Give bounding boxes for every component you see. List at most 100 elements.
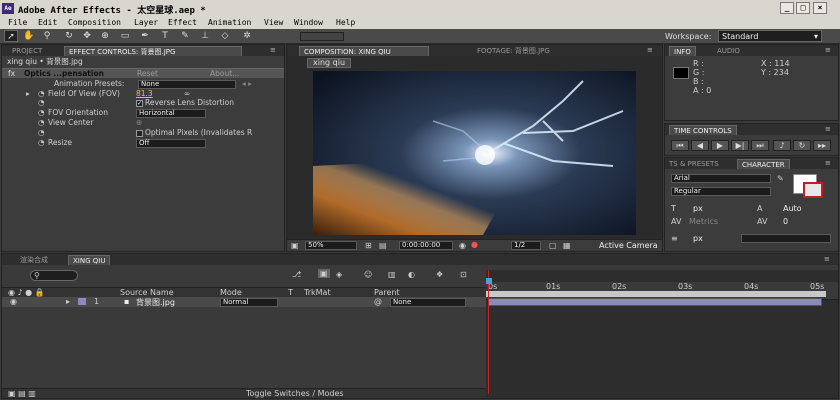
expand-pane-icon[interactable]: ▣ ▤ ▥ <box>8 389 36 398</box>
resize-select[interactable]: Off <box>136 139 206 148</box>
stopwatch-icon[interactable]: ◔ <box>38 128 45 138</box>
toggle-switches-modes-button[interactable]: Toggle Switches / Modes <box>246 389 344 398</box>
comp-viewer-image[interactable] <box>313 71 636 235</box>
tab-time-controls[interactable]: TIME CONTROLS <box>669 125 737 135</box>
stopwatch-icon[interactable]: ◔ <box>38 98 45 108</box>
grid-icon[interactable]: ⊞ <box>365 241 372 250</box>
tab-project[interactable]: PROJECT <box>8 46 46 56</box>
pen-tool-icon[interactable]: ✒ <box>138 30 152 42</box>
animation-presets-select[interactable]: None <box>138 80 236 89</box>
play-button[interactable]: ▶ <box>711 140 729 151</box>
next-frame-button[interactable]: ▶| <box>731 140 749 151</box>
col-trkmat[interactable]: TrkMat <box>304 288 331 297</box>
menu-composition[interactable]: Composition <box>68 18 121 27</box>
panel-menu-icon[interactable]: ≡ <box>647 46 653 54</box>
prev-frame-button[interactable]: ◀ <box>691 140 709 151</box>
col-mode[interactable]: Mode <box>220 288 242 297</box>
always-preview-icon[interactable]: ▣ <box>291 241 299 250</box>
tab-render-comp[interactable]: 渲染合成 <box>16 255 52 265</box>
menu-view[interactable]: View <box>264 18 283 27</box>
comp-name-tab[interactable]: xing qiu <box>307 58 352 68</box>
panel-menu-icon[interactable]: ≡ <box>825 46 831 54</box>
selection-tool-icon[interactable]: ➚ <box>4 30 18 42</box>
brainstorm-icon[interactable]: ❖ <box>436 270 443 279</box>
last-frame-button[interactable]: ⏭ <box>751 140 769 151</box>
close-button[interactable]: × <box>813 2 827 14</box>
eraser-tool-icon[interactable]: ◇ <box>218 30 232 42</box>
panel-menu-icon[interactable]: ≡ <box>824 255 830 263</box>
tab-audio[interactable]: AUDIO <box>713 46 744 56</box>
color-channel-icon[interactable]: ● <box>471 240 478 249</box>
menu-effect[interactable]: Effect <box>168 18 197 27</box>
snapping-toggle[interactable] <box>300 32 344 41</box>
tab-character[interactable]: CHARACTER <box>737 159 790 169</box>
menu-animation[interactable]: Animation <box>208 18 251 27</box>
shy-layers-icon[interactable]: ☺ <box>364 270 372 279</box>
layer-search-input[interactable]: ⚲ <box>30 270 78 281</box>
live-update-icon[interactable]: ▣ <box>318 269 330 278</box>
layer-row[interactable]: ◉ ▸ 1 ▪ 背景图.jpg Normal @ None <box>2 297 486 307</box>
clone-stamp-tool-icon[interactable]: ⊥ <box>198 30 212 42</box>
tab-footage[interactable]: FOOTAGE: 背景图.jpg <box>473 46 554 56</box>
font-family-select[interactable]: Arial <box>671 174 771 183</box>
brush-tool-icon[interactable]: ✎ <box>178 30 192 42</box>
label-color-swatch[interactable] <box>78 298 86 305</box>
hand-tool-icon[interactable]: ✋ <box>22 30 36 42</box>
eyedropper-icon[interactable]: ✎ <box>777 174 784 183</box>
minimize-button[interactable]: _ <box>780 2 794 14</box>
layer-duration-bar[interactable] <box>488 298 822 306</box>
kerning-field[interactable]: Metrics <box>689 217 718 226</box>
layer-parent-select[interactable]: None <box>390 298 466 307</box>
maximize-button[interactable]: □ <box>796 2 810 14</box>
region-of-interest-icon[interactable]: ▢ <box>549 241 557 250</box>
crosshair-icon[interactable]: ⊕ <box>136 118 142 128</box>
motion-blur-icon[interactable]: ◐ <box>408 270 415 279</box>
zoom-tool-icon[interactable]: ⚲ <box>40 30 54 42</box>
col-source-name[interactable]: Source Name <box>120 288 174 297</box>
menu-help[interactable]: Help <box>336 18 355 27</box>
comp-mini-flowchart-icon[interactable]: ⎇ <box>292 270 301 279</box>
timecode-field[interactable]: 0:00:00:00 <box>399 241 453 250</box>
menu-layer[interactable]: Layer <box>134 18 158 27</box>
tab-composition[interactable]: COMPOSITION: xing qiu <box>299 46 429 56</box>
effect-name[interactable]: Optics ...pensation <box>24 69 104 79</box>
loop-button[interactable]: ↻ <box>793 140 811 151</box>
type-tool-icon[interactable]: T <box>158 30 172 42</box>
zoom-select[interactable]: 50% <box>305 241 357 250</box>
audio-button[interactable]: ♪ <box>773 140 791 151</box>
layer-mode-select[interactable]: Normal <box>220 298 278 307</box>
time-indicator-handle[interactable] <box>486 278 492 284</box>
stroke-mode-select[interactable] <box>741 234 831 243</box>
panel-menu-icon[interactable]: ≡ <box>825 159 831 167</box>
menu-window[interactable]: Window <box>294 18 323 27</box>
fx-icon[interactable]: fx <box>8 69 15 79</box>
draft-3d-icon[interactable]: ◈ <box>336 270 342 279</box>
pickwhip-icon[interactable]: @ <box>374 297 382 306</box>
workspace-select[interactable]: Standard ▾ <box>718 30 822 42</box>
ram-preview-button[interactable]: ▸▸ <box>813 140 831 151</box>
stroke-color-swatch[interactable] <box>803 182 823 198</box>
stopwatch-icon[interactable]: ◔ <box>38 118 45 128</box>
font-size-field[interactable]: px <box>693 204 703 213</box>
transparency-grid-icon[interactable]: ▦ <box>563 241 571 250</box>
first-frame-button[interactable]: ⏮ <box>671 140 689 151</box>
work-area-bar[interactable] <box>486 291 826 297</box>
about-link[interactable]: About... <box>210 69 239 79</box>
font-style-select[interactable]: Regular <box>671 187 771 196</box>
rulers-icon[interactable]: ▤ <box>379 241 387 250</box>
stroke-width-field[interactable]: px <box>693 234 703 243</box>
leading-field[interactable]: Auto <box>783 204 802 213</box>
col-t[interactable]: T <box>288 288 293 297</box>
camera-tool-icon[interactable]: ✥ <box>80 30 94 42</box>
fov-orientation-select[interactable]: Horizontal <box>136 109 206 118</box>
optimal-pixels-checkbox[interactable]: Optimal Pixels (Invalidates R <box>136 128 252 138</box>
snapshot-icon[interactable]: ◉ <box>459 241 466 250</box>
frame-blending-icon[interactable]: ▥ <box>388 270 396 279</box>
timeline-tracks[interactable]: 0s 01s 02s 03s 04s 05s <box>486 270 838 398</box>
pan-behind-tool-icon[interactable]: ⊕ <box>98 30 112 42</box>
menu-file[interactable]: File <box>8 18 27 27</box>
stopwatch-icon[interactable]: ◔ <box>38 108 45 118</box>
tracking-field[interactable]: 0 <box>783 217 788 226</box>
reverse-checkbox[interactable]: ✓ Reverse Lens Distortion <box>136 98 234 108</box>
camera-select[interactable]: Active Camera <box>599 241 658 250</box>
